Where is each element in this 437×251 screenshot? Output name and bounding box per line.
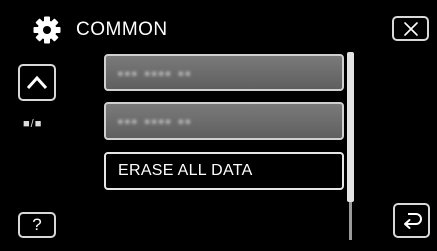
back-button[interactable] [393, 203, 430, 238]
menu-item-label: ▪▪▪ ▪▪▪▪ ▪▪ [118, 113, 193, 129]
return-arrow-icon [403, 212, 422, 229]
close-button[interactable] [392, 16, 429, 41]
help-button[interactable]: ? [18, 212, 56, 238]
menu-item-2[interactable]: ▪▪▪ ▪▪▪▪ ▪▪ [104, 102, 344, 140]
chevron-up-icon [26, 75, 48, 89]
gear-icon [33, 16, 61, 44]
page-title: COMMON [76, 19, 168, 40]
close-icon [403, 21, 418, 36]
menu-item-label: ▪▪▪ ▪▪▪▪ ▪▪ [118, 64, 193, 81]
menu-item-label: ERASE ALL DATA [118, 162, 253, 179]
scroll-up-button[interactable] [18, 64, 56, 101]
menu-item-1[interactable]: ▪▪▪ ▪▪▪▪ ▪▪ [104, 54, 344, 91]
erase-all-data-item[interactable]: ERASE ALL DATA [104, 152, 344, 190]
page-indicator: ■/■ [23, 118, 43, 130]
scrollbar-thumb[interactable] [347, 52, 354, 202]
help-label: ? [32, 215, 42, 234]
